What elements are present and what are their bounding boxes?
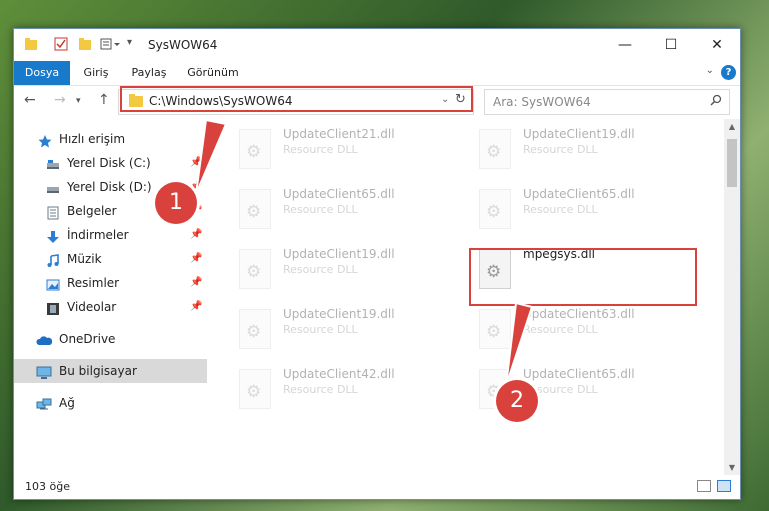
annotation-arrows [195,118,534,387]
step-2-badge: 2 [496,380,538,422]
step-1-badge: 1 [155,182,197,224]
